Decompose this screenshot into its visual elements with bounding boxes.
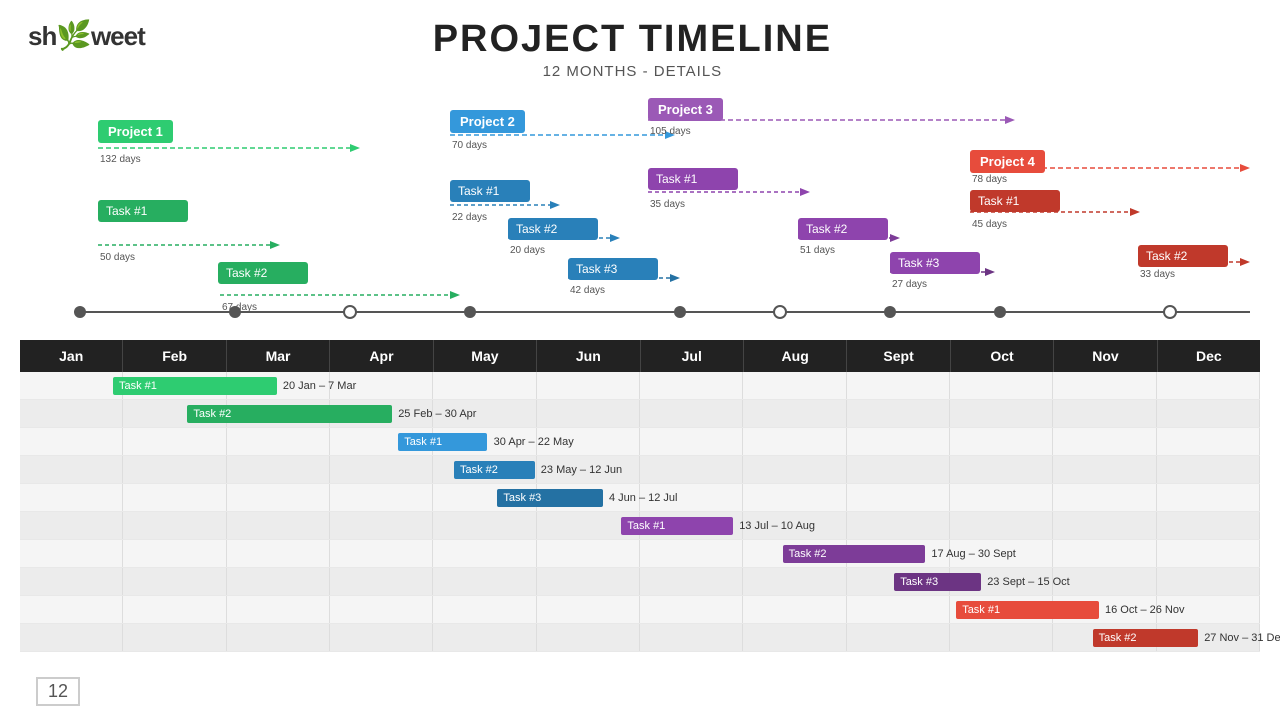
gantt-top-diagram: 132 days 50 days 67 days 70 days 22 days…	[20, 90, 1260, 340]
table-row: Task #2 23 May – 12 Jun	[20, 456, 1260, 484]
svg-text:78 days: 78 days	[972, 174, 1007, 185]
bar-container: Task #1 20 Jan – 7 Mar	[20, 372, 1260, 399]
bar-container: Task #2 25 Feb – 30 Apr	[20, 400, 1260, 427]
project-3-label: Project 3	[648, 98, 723, 121]
svg-text:20 days: 20 days	[510, 245, 545, 256]
bar-date-label: 27 Nov – 31 Dec	[1204, 632, 1280, 644]
project-4-label: Project 4	[970, 150, 1045, 173]
gantt-bar: Task #1	[956, 601, 1099, 619]
bar-container: Task #2 23 May – 12 Jun	[20, 456, 1260, 483]
gantt-bar: Task #1	[621, 517, 733, 535]
gantt-rows: Task #1 20 Jan – 7 Mar Task #2 25 Feb – 30 …	[20, 372, 1260, 652]
page-header: sh🌿weet Project Timeline 12 Months - Det…	[0, 0, 1280, 80]
calendar-section: JanFebMarAprMayJunJulAugSeptOctNovDec Ta…	[20, 340, 1260, 652]
proj4-task2-box: Task #2	[1138, 245, 1228, 267]
proj3-task3-box: Task #3	[890, 252, 980, 274]
svg-text:33 days: 33 days	[1140, 269, 1175, 280]
project-1-label: Project 1	[98, 120, 173, 143]
gantt-svg-overlay: 132 days 50 days 67 days 70 days 22 days…	[20, 90, 1260, 340]
svg-text:45 days: 45 days	[972, 219, 1007, 230]
table-row: Task #2 25 Feb – 30 Apr	[20, 400, 1260, 428]
month-cell-apr: Apr	[330, 340, 433, 372]
month-cell-dec: Dec	[1158, 340, 1260, 372]
bar-date-label: 23 May – 12 Jun	[541, 464, 622, 476]
svg-text:35 days: 35 days	[650, 199, 685, 210]
bar-date-label: 17 Aug – 30 Sept	[931, 548, 1015, 560]
title-block: Project Timeline 12 Months - Details	[145, 18, 1120, 80]
svg-text:51 days: 51 days	[800, 245, 835, 256]
gantt-bar: Task #1	[398, 433, 487, 451]
bar-date-label: 25 Feb – 30 Apr	[398, 408, 476, 420]
bar-container: Task #1 30 Apr – 22 May	[20, 428, 1260, 455]
logo-text-sh: sh	[28, 21, 56, 51]
logo: sh🌿weet	[28, 18, 145, 53]
project-2-label: Project 2	[450, 110, 525, 133]
table-row: Task #1 16 Oct – 26 Nov	[20, 596, 1260, 624]
proj3-task2-box: Task #2	[798, 218, 888, 240]
month-cell-feb: Feb	[123, 340, 226, 372]
bar-container: Task #3 4 Jun – 12 Jul	[20, 484, 1260, 511]
proj2-task1-box: Task #1	[450, 180, 530, 202]
gantt-bar: Task #2	[454, 461, 535, 479]
month-cell-may: May	[434, 340, 537, 372]
bar-date-label: 16 Oct – 26 Nov	[1105, 604, 1185, 616]
bar-date-label: 23 Sept – 15 Oct	[987, 576, 1070, 588]
gantt-bar: Task #2	[783, 545, 926, 563]
gantt-bar: Task #2	[187, 405, 392, 423]
month-cell-nov: Nov	[1054, 340, 1157, 372]
svg-text:70 days: 70 days	[452, 140, 487, 151]
table-row: Task #3 4 Jun – 12 Jul	[20, 484, 1260, 512]
gantt-bar: Task #2	[1093, 629, 1198, 647]
month-header-row: JanFebMarAprMayJunJulAugSeptOctNovDec	[20, 340, 1260, 372]
gantt-bar: Task #3	[497, 489, 602, 507]
svg-text:50 days: 50 days	[100, 252, 135, 263]
table-row: Task #1 13 Jul – 10 Aug	[20, 512, 1260, 540]
table-row: Task #1 30 Apr – 22 May	[20, 428, 1260, 456]
month-cell-oct: Oct	[951, 340, 1054, 372]
bar-container: Task #227 Nov – 31 Dec	[20, 624, 1260, 651]
bar-date-label: 4 Jun – 12 Jul	[609, 492, 678, 504]
gantt-bar: Task #1	[113, 377, 277, 395]
table-row: Task #3 23 Sept – 15 Oct	[20, 568, 1260, 596]
proj4-task1-box: Task #1	[970, 190, 1060, 212]
svg-text:67 days: 67 days	[222, 302, 257, 313]
proj1-task2-box: Task #2	[218, 262, 308, 284]
bar-date-label: 30 Apr – 22 May	[494, 436, 574, 448]
gantt-bar: Task #3	[894, 573, 981, 591]
proj1-task1-box: Task #1	[98, 200, 188, 222]
table-row: Task #2 17 Aug – 30 Sept	[20, 540, 1260, 568]
bar-container: Task #3 23 Sept – 15 Oct	[20, 568, 1260, 595]
month-cell-sept: Sept	[847, 340, 950, 372]
svg-text:105 days: 105 days	[650, 126, 691, 137]
month-cell-aug: Aug	[744, 340, 847, 372]
svg-text:27 days: 27 days	[892, 279, 927, 290]
page-number: 12	[36, 677, 80, 706]
month-cell-jul: Jul	[641, 340, 744, 372]
bar-container: Task #1 16 Oct – 26 Nov	[20, 596, 1260, 623]
bar-container: Task #1 13 Jul – 10 Aug	[20, 512, 1260, 539]
logo-leaf-icon: 🌿	[56, 20, 91, 52]
svg-text:22 days: 22 days	[452, 212, 487, 223]
sub-title: 12 Months - Details	[145, 63, 1120, 80]
month-cell-jun: Jun	[537, 340, 640, 372]
svg-text:42 days: 42 days	[570, 285, 605, 296]
bar-date-label: 13 Jul – 10 Aug	[739, 520, 815, 532]
month-cell-mar: Mar	[227, 340, 330, 372]
bar-date-label: 20 Jan – 7 Mar	[283, 380, 356, 392]
month-cell-jan: Jan	[20, 340, 123, 372]
table-row: Task #227 Nov – 31 Dec	[20, 624, 1260, 652]
main-title: Project Timeline	[145, 18, 1120, 61]
logo-text-weet: weet	[91, 21, 145, 51]
bar-container: Task #2 17 Aug – 30 Sept	[20, 540, 1260, 567]
proj2-task2-box: Task #2	[508, 218, 598, 240]
proj3-task1-box: Task #1	[648, 168, 738, 190]
svg-text:132 days: 132 days	[100, 154, 141, 165]
table-row: Task #1 20 Jan – 7 Mar	[20, 372, 1260, 400]
proj2-task3-box: Task #3	[568, 258, 658, 280]
